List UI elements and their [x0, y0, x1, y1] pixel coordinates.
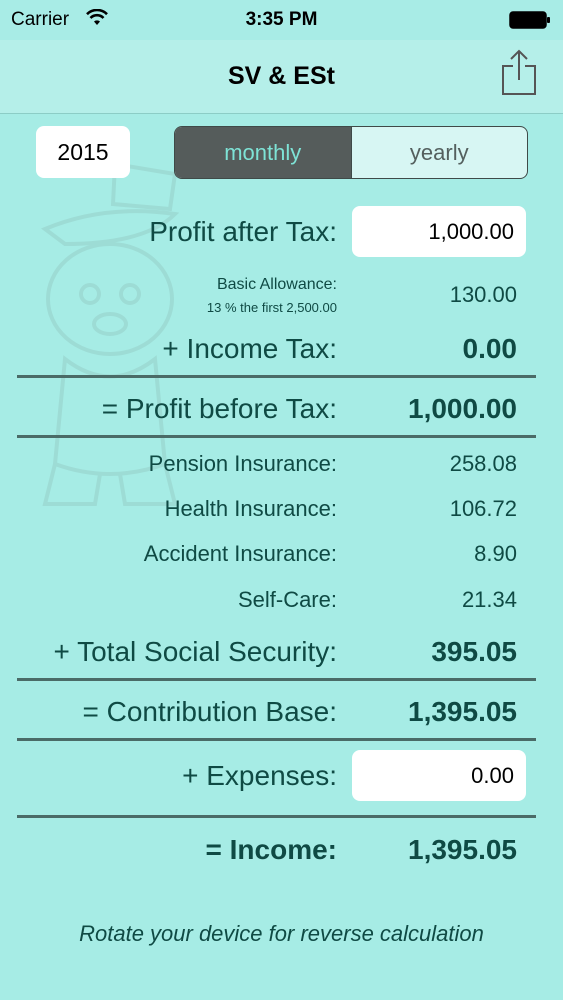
- divider: [17, 815, 536, 818]
- segment-yearly[interactable]: yearly: [350, 127, 528, 178]
- expenses-input[interactable]: 0.00: [352, 750, 526, 801]
- status-time: 3:35 PM: [245, 9, 318, 30]
- accident-insurance-value: 8.90: [474, 541, 517, 566]
- health-insurance-value: 106.72: [449, 496, 517, 521]
- page-title: SV & ESt: [228, 62, 335, 90]
- contribution-base-value: 1,395.05: [408, 696, 517, 727]
- income-label: = Income:: [205, 834, 337, 865]
- total-social-security-label: + Total Social Security:: [53, 636, 337, 667]
- divider: [17, 435, 536, 438]
- income-value: 1,395.05: [408, 834, 517, 865]
- profit-before-tax-value: 1,000.00: [408, 393, 517, 424]
- pension-insurance-label: Pension Insurance:: [148, 451, 337, 476]
- basic-allowance-label: Basic Allowance:: [216, 276, 337, 293]
- profit-before-tax-label: = Profit before Tax:: [101, 393, 337, 424]
- accident-insurance-label: Accident Insurance:: [143, 541, 337, 566]
- battery-icon: [509, 11, 551, 35]
- profit-after-tax-input[interactable]: 1,000.00: [352, 206, 526, 257]
- year-selector[interactable]: 2015: [36, 126, 130, 178]
- period-segmented-control: monthly yearly: [174, 126, 528, 179]
- total-social-security-value: 395.05: [431, 636, 517, 667]
- self-care-label: Self-Care:: [237, 587, 337, 612]
- navigation-bar: SV & ESt: [0, 40, 563, 114]
- basic-allowance-value: 130.00: [449, 282, 517, 307]
- divider: [17, 375, 536, 378]
- health-insurance-label: Health Insurance:: [164, 496, 337, 521]
- expenses-label: + Expenses:: [182, 760, 337, 791]
- segment-monthly[interactable]: monthly: [175, 127, 351, 178]
- share-icon[interactable]: [500, 48, 540, 98]
- reverse-calculation-hint: Rotate your device for reverse calculati…: [79, 921, 484, 946]
- pension-insurance-value: 258.08: [449, 451, 517, 476]
- basic-allowance-sublabel: 13 % the first 2,500.00: [206, 300, 337, 315]
- income-tax-value: 0.00: [462, 333, 518, 364]
- contribution-base-label: = Contribution Base:: [82, 696, 338, 727]
- divider: [17, 738, 536, 741]
- status-bar: Carrier 3:35 PM: [0, 0, 563, 40]
- profit-after-tax-label: Profit after Tax:: [149, 216, 337, 247]
- divider: [17, 678, 536, 681]
- income-tax-label: + Income Tax:: [162, 333, 337, 364]
- calculator-content: 2015 monthly yearly Profit after Tax: 1,…: [0, 114, 563, 1000]
- self-care-value: 21.34: [461, 587, 517, 612]
